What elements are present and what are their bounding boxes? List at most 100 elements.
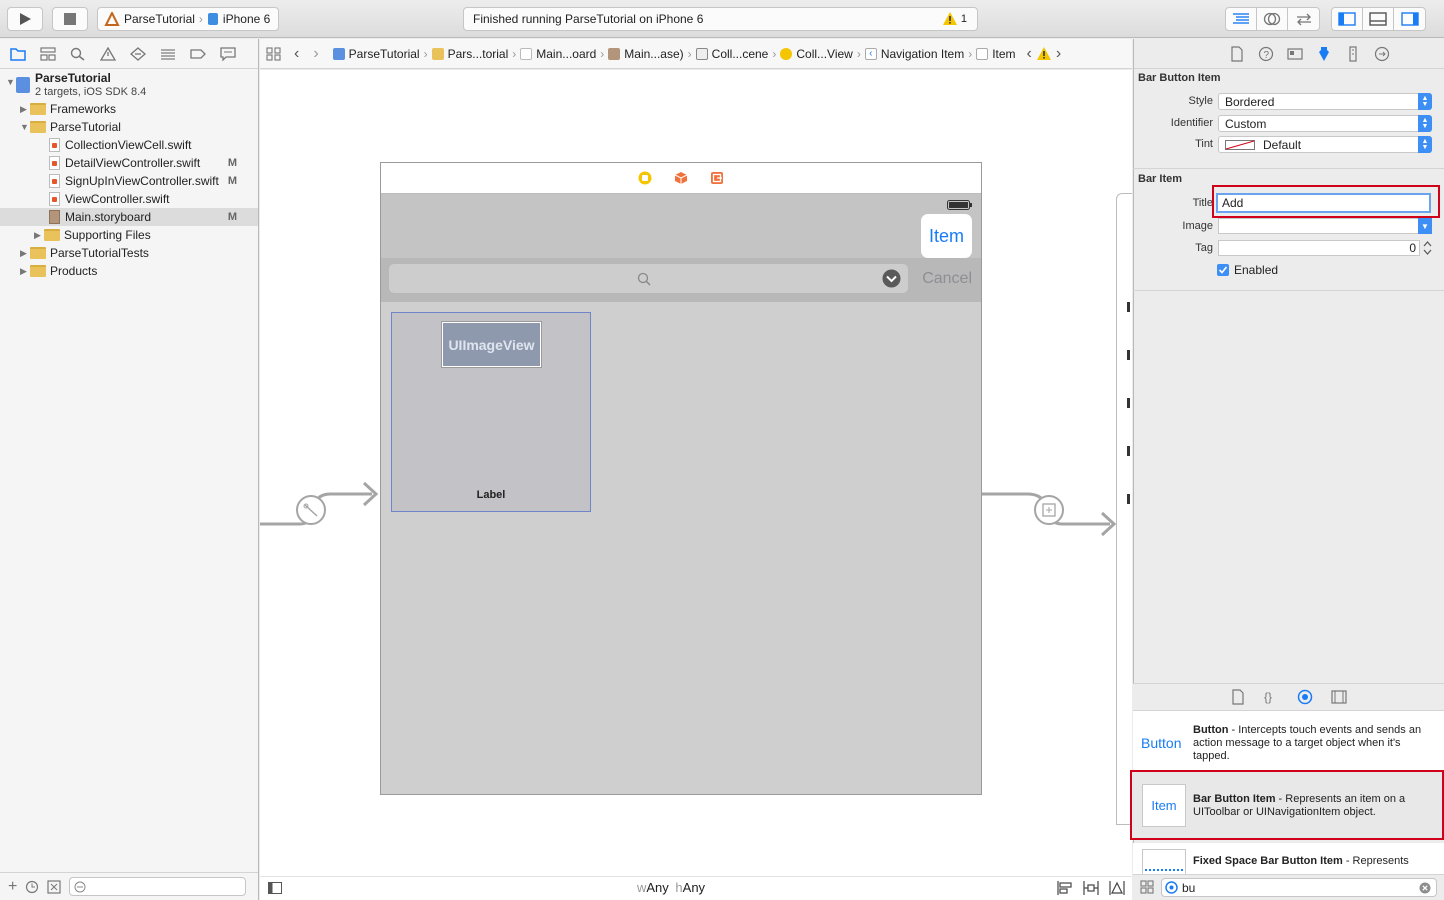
project-row[interactable]: ▼ ParseTutorial 2 targets, iOS SDK 8.4 (0, 70, 258, 100)
connections-inspector-icon[interactable] (1374, 46, 1390, 62)
search-bar[interactable]: Cancel (381, 258, 981, 302)
style-popup[interactable]: Bordered ▲ ▼ (1218, 93, 1432, 110)
checkbox-checked-icon[interactable] (1217, 264, 1229, 276)
library-item-button[interactable]: Button Button - Intercepts touch events … (1133, 711, 1444, 770)
incoming-segue[interactable] (260, 470, 382, 540)
collection-view-cell[interactable]: UIImageView Label (391, 312, 591, 512)
identity-inspector-icon[interactable] (1286, 46, 1303, 62)
navigation-bar[interactable]: Item (381, 194, 981, 258)
disclosure-closed-icon[interactable]: ▶ (20, 266, 30, 277)
forward-chevron-icon[interactable]: › (313, 45, 318, 63)
quick-help-icon[interactable]: ? (1258, 46, 1274, 62)
align-icon[interactable] (1057, 881, 1073, 895)
warning-indicator[interactable]: 1 (942, 12, 967, 25)
breadcrumb-collection-view[interactable]: Coll...View (780, 47, 853, 61)
report-navigator-icon[interactable] (220, 46, 236, 61)
attributes-inspector-icon[interactable] (1316, 46, 1332, 62)
stop-button[interactable] (52, 7, 88, 31)
breakpoint-navigator-icon[interactable] (190, 47, 206, 61)
media-library-icon[interactable] (1330, 689, 1347, 705)
tree-item-supporting-files[interactable]: ▶ Supporting Files (0, 226, 258, 244)
identifier-popup[interactable]: Custom ▲ ▼ (1218, 115, 1432, 132)
previous-issue-chevron-icon[interactable]: ‹ (1027, 45, 1032, 63)
file-template-library-icon[interactable] (1231, 689, 1245, 705)
breadcrumb-group[interactable]: Pars...torial (431, 47, 508, 61)
breadcrumb-scene[interactable]: Coll...cene (695, 47, 768, 61)
clear-search-icon[interactable] (1419, 882, 1431, 894)
search-cancel-button[interactable]: Cancel (922, 270, 972, 288)
back-chevron-icon[interactable]: ‹ (294, 45, 299, 63)
debug-navigator-icon[interactable] (160, 47, 176, 61)
disclosure-closed-icon[interactable]: ▶ (20, 248, 30, 259)
navigator-filter-input[interactable] (69, 877, 247, 896)
search-field[interactable] (389, 264, 908, 293)
file-inspector-icon[interactable] (1229, 45, 1245, 62)
library-item-fixed-space[interactable]: Fixed Space Bar Button Item - Represents (1133, 843, 1444, 874)
standard-editor-button[interactable] (1226, 8, 1257, 30)
test-navigator-icon[interactable] (130, 46, 146, 61)
object-library-icon[interactable] (1297, 689, 1313, 705)
size-class-control[interactable]: wAny hAny (637, 880, 705, 895)
scope-chevron-down-icon[interactable] (882, 269, 901, 288)
tree-item-signupinviewcontroller[interactable]: SignUpInViewController.swift M (0, 172, 258, 190)
toggle-debug-area-button[interactable] (1363, 8, 1394, 30)
tree-item-main-storyboard[interactable]: Main.storyboard M (0, 208, 258, 226)
warning-icon[interactable] (1036, 47, 1051, 60)
next-issue-chevron-icon[interactable]: › (1056, 45, 1061, 63)
breadcrumb-item[interactable]: Item (976, 47, 1016, 61)
outgoing-segue[interactable] (982, 480, 1122, 540)
search-icon[interactable] (70, 47, 86, 61)
toggle-utilities-button[interactable] (1394, 8, 1425, 30)
collection-view-scene[interactable]: Item Cancel UIImageView Label (380, 162, 982, 795)
scheme-selector[interactable]: ParseTutorial › iPhone 6 (97, 7, 279, 31)
recent-files-clock-icon[interactable] (25, 880, 39, 894)
image-view[interactable]: UIImageView (441, 321, 542, 368)
item-bar-button[interactable]: Item (921, 214, 972, 258)
size-inspector-icon[interactable] (1345, 45, 1361, 62)
issue-navigator-icon[interactable] (100, 46, 116, 61)
tree-item-products[interactable]: ▶ Products (0, 262, 258, 280)
disclosure-open-icon[interactable]: ▼ (6, 77, 16, 87)
toggle-navigator-button[interactable] (1332, 8, 1363, 30)
breadcrumb-storyboard[interactable]: Main...oard (520, 47, 596, 61)
breadcrumb-storyboard-base[interactable]: Main...ase) (608, 47, 684, 61)
disclosure-open-icon[interactable]: ▼ (20, 122, 30, 132)
image-combo-box[interactable]: ▼ (1218, 218, 1432, 234)
resolve-layout-issues-icon[interactable] (1109, 881, 1125, 895)
tree-item-viewcontroller[interactable]: ViewController.swift (0, 190, 258, 208)
popup-stepper-icon: ▲ ▼ (1418, 93, 1432, 110)
tag-field[interactable]: 0 (1218, 240, 1420, 256)
library-filter-input[interactable]: bu (1161, 878, 1437, 897)
tree-item-collectionviewcell[interactable]: CollectionViewCell.swift (0, 136, 258, 154)
breadcrumb-project[interactable]: ParseTutorial (332, 47, 420, 61)
enabled-checkbox-row[interactable]: Enabled (1217, 263, 1278, 277)
grid-view-icon[interactable] (1140, 880, 1154, 894)
disclosure-closed-icon[interactable]: ▶ (34, 230, 44, 241)
first-responder-cube-icon[interactable] (674, 171, 688, 185)
tag-stepper-icon[interactable] (1423, 240, 1432, 256)
pin-icon[interactable] (1083, 881, 1099, 895)
tree-item-parsetutorial-group[interactable]: ▼ ParseTutorial (0, 118, 258, 136)
tree-item-detailviewcontroller[interactable]: DetailViewController.swift M (0, 154, 258, 172)
tree-item-frameworks[interactable]: ▶ Frameworks (0, 100, 258, 118)
code-snippet-library-icon[interactable]: {} (1263, 689, 1279, 705)
version-editor-button[interactable] (1288, 8, 1319, 30)
chevron-down-icon[interactable]: ▼ (1418, 218, 1432, 234)
breadcrumb-navigation-item[interactable]: ‹ Navigation Item (864, 47, 964, 61)
source-control-filter-icon[interactable] (47, 879, 61, 894)
run-button[interactable] (7, 7, 43, 31)
folder-navigator-icon[interactable] (10, 47, 26, 61)
add-icon[interactable]: + (8, 878, 17, 896)
tint-popup[interactable]: Default ▲ ▼ (1218, 136, 1432, 153)
tree-item-parsetutorialtests[interactable]: ▶ ParseTutorialTests (0, 244, 258, 262)
document-outline-toggle-icon[interactable] (268, 882, 282, 894)
disclosure-closed-icon[interactable]: ▶ (20, 104, 30, 115)
exit-icon[interactable] (710, 171, 724, 185)
detail-scene-edge[interactable] (1116, 193, 1132, 825)
cell-label[interactable]: Label (392, 489, 590, 501)
storyboard-canvas[interactable]: Item Cancel UIImageView Label (260, 70, 1132, 876)
symbol-navigator-icon[interactable] (40, 46, 56, 61)
assistant-editor-button[interactable] (1257, 8, 1288, 30)
view-controller-icon[interactable] (638, 171, 652, 185)
related-items-grid-icon[interactable] (266, 46, 282, 61)
